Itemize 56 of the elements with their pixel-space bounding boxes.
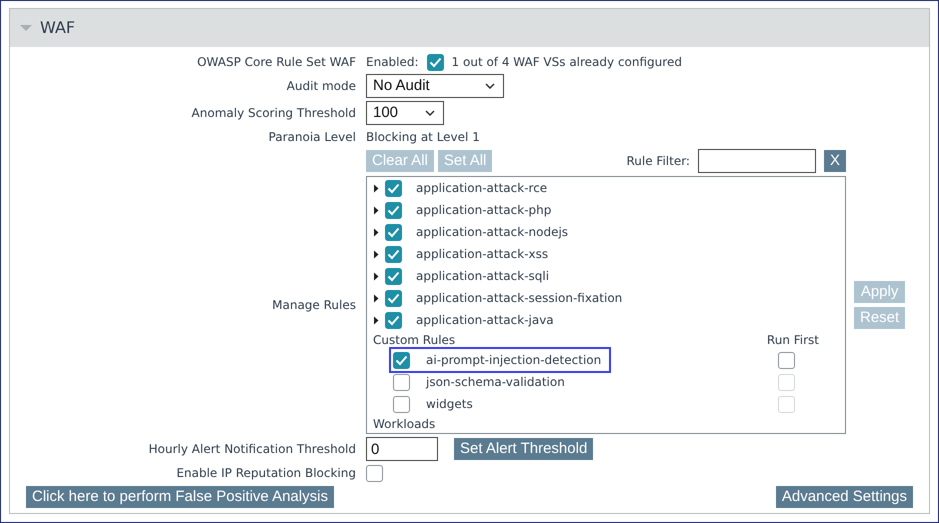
group-heading: Workloads bbox=[373, 416, 436, 433]
field-label: Hourly Alert Notification Threshold bbox=[148, 441, 356, 458]
clear-filter-button[interactable]: X bbox=[824, 150, 846, 172]
checkbox[interactable] bbox=[385, 268, 402, 284]
field-label: Audit mode bbox=[286, 78, 356, 95]
chevron-down-icon bbox=[425, 110, 435, 116]
rule-name: application-attack-sqli bbox=[415, 268, 550, 285]
rule-name: application-attack-java bbox=[415, 312, 554, 329]
expand-caret-icon[interactable] bbox=[373, 294, 379, 302]
checkbox[interactable] bbox=[393, 352, 410, 368]
rule-name: application-attack-nodejs bbox=[415, 224, 568, 241]
checkbox[interactable] bbox=[385, 246, 402, 262]
checkbox[interactable] bbox=[778, 352, 795, 368]
filter-label: Rule Filter: bbox=[626, 153, 690, 170]
filter-field[interactable] bbox=[698, 149, 816, 173]
field-label: OWASP Core Rule Set WAF bbox=[196, 54, 356, 71]
expand-caret-icon[interactable] bbox=[373, 272, 379, 280]
field-label: Manage Rules bbox=[271, 297, 356, 314]
field-label: Paranoia Level bbox=[268, 129, 356, 146]
threshold-field[interactable]: 0 bbox=[366, 437, 438, 461]
rule-name: ai-prompt-injection-detection bbox=[425, 352, 602, 369]
status-text: 1 out of 4 WAF VSs already configured bbox=[452, 54, 682, 71]
checkbox[interactable] bbox=[385, 180, 402, 196]
rule-name: application-attack-php bbox=[415, 202, 552, 219]
rule-name: application-attack-xss bbox=[415, 246, 548, 263]
field-value: Blocking at Level 1 bbox=[366, 129, 480, 146]
enabled-label: Enabled: bbox=[366, 54, 419, 71]
expand-caret-icon[interactable] bbox=[373, 250, 379, 258]
expand-caret-icon[interactable] bbox=[373, 228, 379, 236]
field-label: Enable IP Reputation Blocking bbox=[175, 465, 356, 482]
field-label: Anomaly Scoring Threshold bbox=[190, 105, 356, 122]
rule-name: application-attack-session-fixation bbox=[415, 290, 622, 307]
action-button[interactable]: Click here to perform False Positive Analysis bbox=[26, 486, 334, 508]
checkbox[interactable] bbox=[366, 464, 383, 482]
dropdown[interactable]: 100 bbox=[366, 101, 444, 125]
checkbox[interactable] bbox=[393, 396, 410, 412]
checkbox[interactable] bbox=[385, 202, 402, 218]
set-threshold-button[interactable]: Set Alert Threshold bbox=[454, 438, 594, 460]
expand-caret-icon[interactable] bbox=[373, 206, 379, 214]
checkbox[interactable] bbox=[385, 224, 402, 240]
expand-caret-icon[interactable] bbox=[373, 316, 379, 324]
column-heading: Run First bbox=[766, 332, 819, 349]
group-heading: Custom Rules bbox=[373, 332, 456, 349]
dropdown[interactable]: No Audit bbox=[366, 74, 504, 98]
expand-caret-icon[interactable] bbox=[373, 184, 379, 192]
section-title: WAF bbox=[40, 17, 76, 39]
rule-name: widgets bbox=[425, 396, 473, 413]
checkbox[interactable] bbox=[426, 54, 444, 70]
checkbox[interactable] bbox=[385, 312, 402, 328]
checkbox[interactable] bbox=[393, 374, 410, 390]
rule-name: json-schema-validation bbox=[424, 374, 565, 391]
rule-name: application-attack-rce bbox=[415, 180, 548, 197]
chevron-down-icon bbox=[485, 83, 495, 89]
checkbox[interactable] bbox=[385, 290, 402, 306]
action-button[interactable]: Advanced Settings bbox=[776, 486, 913, 508]
section-header[interactable]: WAF bbox=[10, 9, 929, 47]
